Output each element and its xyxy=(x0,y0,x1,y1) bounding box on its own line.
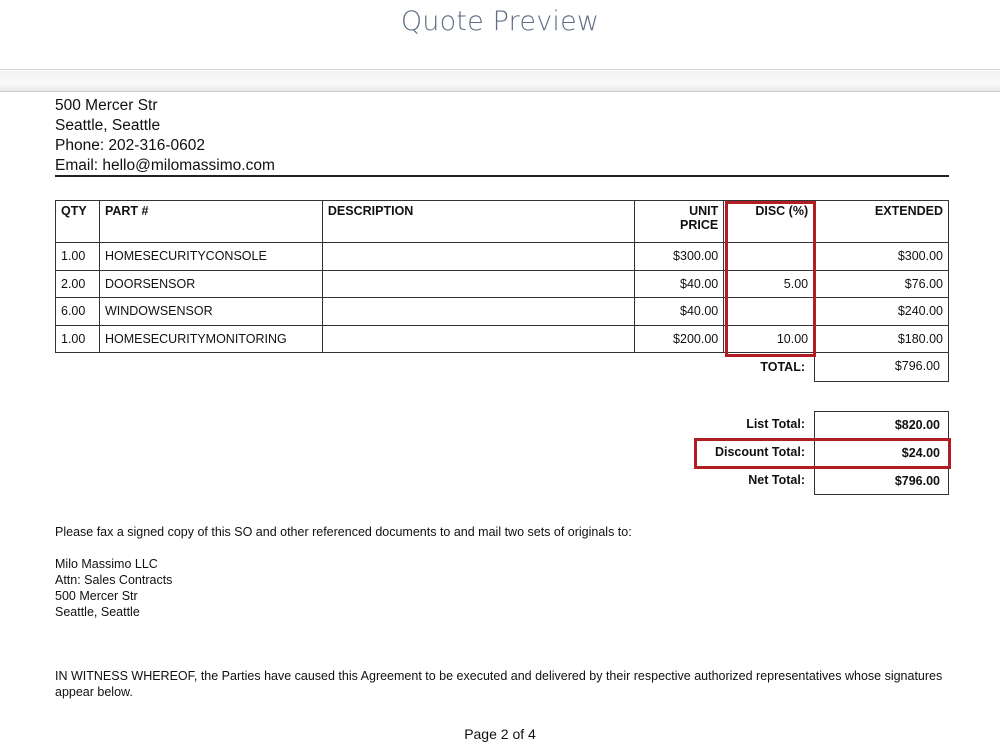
cell-qty: 2.00 xyxy=(55,269,100,298)
table-row: 1.00 HOMESECURITYMONITORING $200.00 10.0… xyxy=(55,324,949,353)
table-row: 1.00 HOMESECURITYCONSOLE $300.00 $300.00 xyxy=(55,242,949,271)
cell-desc xyxy=(321,297,636,326)
line-items-table: QTY PART # DESCRIPTION UNIT PRICE DISC (… xyxy=(55,200,949,353)
col-unit-price-header: UNIT PRICE xyxy=(634,200,725,243)
cell-unit-price: $40.00 xyxy=(634,297,725,326)
cell-extended: $76.00 xyxy=(813,269,949,298)
col-part-header: PART # xyxy=(98,200,323,243)
company-street: 500 Mercer Str xyxy=(55,97,158,114)
cell-unit-price: $200.00 xyxy=(634,324,725,353)
header-bar: Quote Preview xyxy=(0,0,1000,70)
table-header-row: QTY PART # DESCRIPTION UNIT PRICE DISC (… xyxy=(55,200,949,243)
document-page: 500 Mercer Str Seattle, Seattle Phone: 2… xyxy=(0,92,1000,749)
cell-qty: 6.00 xyxy=(55,297,100,326)
viewer-divider xyxy=(0,71,1000,92)
mail-line: 500 Mercer Str xyxy=(55,589,138,603)
cell-extended: $240.00 xyxy=(813,297,949,326)
mail-line: Attn: Sales Contracts xyxy=(55,573,173,587)
cell-part: DOORSENSOR xyxy=(98,269,323,298)
col-qty-header: QTY xyxy=(55,200,100,243)
cell-desc xyxy=(321,242,636,271)
unit-price-line1: UNIT xyxy=(689,204,719,218)
cell-unit-price: $300.00 xyxy=(634,242,725,271)
list-total-label: List Total: xyxy=(746,417,805,431)
cell-part: HOMESECURITYMONITORING xyxy=(98,324,323,353)
company-email: Email: hello@milomassimo.com xyxy=(55,157,275,174)
company-city: Seattle, Seattle xyxy=(55,117,161,134)
cell-part: HOMESECURITYCONSOLE xyxy=(98,242,323,271)
unit-price-line2: PRICE xyxy=(680,218,719,232)
cell-desc xyxy=(321,324,636,353)
cell-qty: 1.00 xyxy=(55,242,100,271)
col-disc-header: DISC (%) xyxy=(723,200,815,243)
table-row: 6.00 WINDOWSENSOR $40.00 $240.00 xyxy=(55,297,949,326)
col-extended-header: EXTENDED xyxy=(813,200,949,243)
list-total-value: $820.00 xyxy=(814,411,949,439)
page-number: Page 2 of 4 xyxy=(464,726,536,742)
cell-extended: $300.00 xyxy=(813,242,949,271)
cell-disc xyxy=(723,242,815,271)
witness-clause: IN WITNESS WHEREOF, the Parties have cau… xyxy=(55,669,943,699)
cell-qty: 1.00 xyxy=(55,324,100,353)
cell-part: WINDOWSENSOR xyxy=(98,297,323,326)
mail-line: Milo Massimo LLC xyxy=(55,557,158,571)
total-value: $796.00 xyxy=(814,353,949,382)
mail-line: Seattle, Seattle xyxy=(55,605,140,619)
total-label: TOTAL: xyxy=(760,360,805,374)
cell-desc xyxy=(321,269,636,298)
discount-total-value: $24.00 xyxy=(814,439,949,467)
header-rule xyxy=(55,175,949,177)
cell-disc: 5.00 xyxy=(723,269,815,298)
table-row: 2.00 DOORSENSOR $40.00 5.00 $76.00 xyxy=(55,269,949,298)
cell-unit-price: $40.00 xyxy=(634,269,725,298)
cell-extended: $180.00 xyxy=(813,324,949,353)
fax-instruction: Please fax a signed copy of this SO and … xyxy=(55,525,632,539)
company-address: 500 Mercer Str Seattle, Seattle Phone: 2… xyxy=(55,96,275,176)
page-title: Quote Preview xyxy=(400,6,600,37)
cell-disc: 10.00 xyxy=(723,324,815,353)
net-total-value: $796.00 xyxy=(814,467,949,495)
col-desc-header: DESCRIPTION xyxy=(321,200,636,243)
cell-disc xyxy=(723,297,815,326)
mailing-address: Milo Massimo LLC Attn: Sales Contracts 5… xyxy=(55,556,172,620)
net-total-label: Net Total: xyxy=(748,473,805,487)
discount-total-label: Discount Total: xyxy=(714,445,805,459)
company-phone: Phone: 202-316-0602 xyxy=(55,137,205,154)
